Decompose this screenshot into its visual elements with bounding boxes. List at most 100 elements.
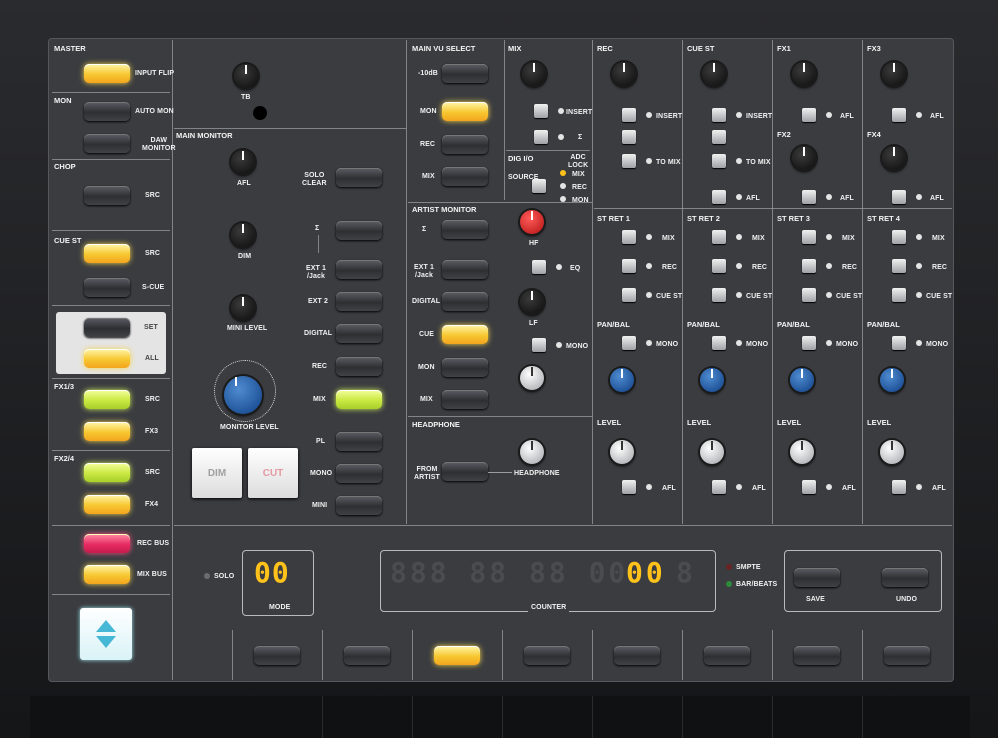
st-ret4-mono-button[interactable] [892,336,906,350]
st-ret1-pan-knob[interactable] [610,368,634,392]
rec-button[interactable] [336,357,382,376]
fx3-afl-button[interactable] [892,108,906,122]
source-button[interactable] [532,179,546,193]
mix-bus-button[interactable] [84,565,130,584]
eq-button[interactable] [532,260,546,274]
vu-mon-button[interactable] [442,102,488,121]
hf-knob[interactable] [520,210,544,234]
fx3-button[interactable] [84,422,130,441]
st-ret4-afl-button[interactable] [892,480,906,494]
st-ret3-level-knob[interactable] [790,440,814,464]
chop-src-button[interactable] [84,186,130,205]
soft-key-8[interactable] [884,646,930,665]
save-button[interactable] [794,568,840,587]
mix-button[interactable] [336,390,382,409]
fx24-src-button[interactable] [84,463,130,482]
fx4-knob[interactable] [882,146,906,170]
artist-sigma-button[interactable] [442,220,488,239]
mix-knob[interactable] [522,62,546,86]
artist-digital-button[interactable] [442,292,488,311]
st-ret4-level-knob[interactable] [880,440,904,464]
cut-button[interactable]: CUT [248,448,298,498]
fx1-knob[interactable] [792,62,816,86]
artist-cue-button[interactable] [442,325,488,344]
st-ret2-rec-button[interactable] [712,259,726,273]
soft-key-5[interactable] [614,646,660,665]
vu-10db-button[interactable] [442,64,488,83]
st-ret3-mix-button[interactable] [802,230,816,244]
st-ret2-level-knob[interactable] [700,440,724,464]
ext2-button[interactable] [336,292,382,311]
st-ret4-rec-button[interactable] [892,259,906,273]
artist-ext1-button[interactable] [442,260,488,279]
tb-knob[interactable] [234,64,258,88]
st-ret2-mix-button[interactable] [712,230,726,244]
cue-st-src-button[interactable] [84,244,130,263]
st-ret1-cue-st-button[interactable] [622,288,636,302]
st-ret3-cue-st-button[interactable] [802,288,816,302]
mix-insert-button[interactable] [534,104,548,118]
st-ret3-pan-knob[interactable] [790,368,814,392]
cue-st-insert-button[interactable] [712,108,726,122]
st-ret2-afl-button[interactable] [712,480,726,494]
pl-button[interactable] [336,432,382,451]
st-ret1-mix-button[interactable] [622,230,636,244]
cue-st-sigma-button[interactable] [712,130,726,144]
st-ret1-rec-button[interactable] [622,259,636,273]
mix-sigma-button[interactable] [534,130,548,144]
soft-key-2[interactable] [344,646,390,665]
input-flip-button[interactable] [84,64,130,83]
st-ret4-pan-knob[interactable] [880,368,904,392]
fx13-src-button[interactable] [84,390,130,409]
rec-to-mix-button[interactable] [622,154,636,168]
fx2-knob[interactable] [792,146,816,170]
mini-level-knob[interactable] [231,296,255,320]
soft-key-4[interactable] [524,646,570,665]
from-artist-button[interactable] [442,462,488,481]
st-ret1-level-knob[interactable] [610,440,634,464]
st-ret3-mono-button[interactable] [802,336,816,350]
mono-button[interactable] [336,464,382,483]
dim-button[interactable]: DIM [192,448,242,498]
fx4-button[interactable] [84,495,130,514]
rec-bus-button[interactable] [84,534,130,553]
vu-mix-button[interactable] [442,167,488,186]
solo-clear-button[interactable] [336,168,382,187]
rec-knob[interactable] [612,62,636,86]
artist-mono-button[interactable] [532,338,546,352]
set-button[interactable] [84,318,130,337]
artist-level-knob[interactable] [520,366,544,390]
soft-key-7[interactable] [794,646,840,665]
vu-rec-button[interactable] [442,135,488,154]
soft-key-3[interactable] [434,646,480,665]
mini-button[interactable] [336,496,382,515]
headphone-knob[interactable] [520,440,544,464]
st-ret2-mono-button[interactable] [712,336,726,350]
all-button[interactable] [84,349,130,368]
artist-mon-button[interactable] [442,358,488,377]
scroll-arrows-button[interactable] [80,608,132,660]
st-ret1-afl-button[interactable] [622,480,636,494]
fx2-afl-button[interactable] [802,190,816,204]
fx3-knob[interactable] [882,62,906,86]
monitor-level-knob[interactable] [224,376,262,414]
cue-st-afl-button[interactable] [712,190,726,204]
st-ret3-rec-button[interactable] [802,259,816,273]
ext1-button[interactable] [336,260,382,279]
daw-monitor-button[interactable] [84,134,130,153]
st-ret2-pan-knob[interactable] [700,368,724,392]
soft-key-6[interactable] [704,646,750,665]
rec-sigma-button[interactable] [622,130,636,144]
st-ret4-cue-st-button[interactable] [892,288,906,302]
fx1-afl-button[interactable] [802,108,816,122]
sigma-button[interactable] [336,221,382,240]
digital-button[interactable] [336,324,382,343]
cue-st-knob[interactable] [702,62,726,86]
soft-key-1[interactable] [254,646,300,665]
undo-button[interactable] [882,568,928,587]
afl-knob[interactable] [231,150,255,174]
dim-knob[interactable] [231,223,255,247]
cue-st-to-mix-button[interactable] [712,154,726,168]
artist-mix-button[interactable] [442,390,488,409]
lf-knob[interactable] [520,290,544,314]
